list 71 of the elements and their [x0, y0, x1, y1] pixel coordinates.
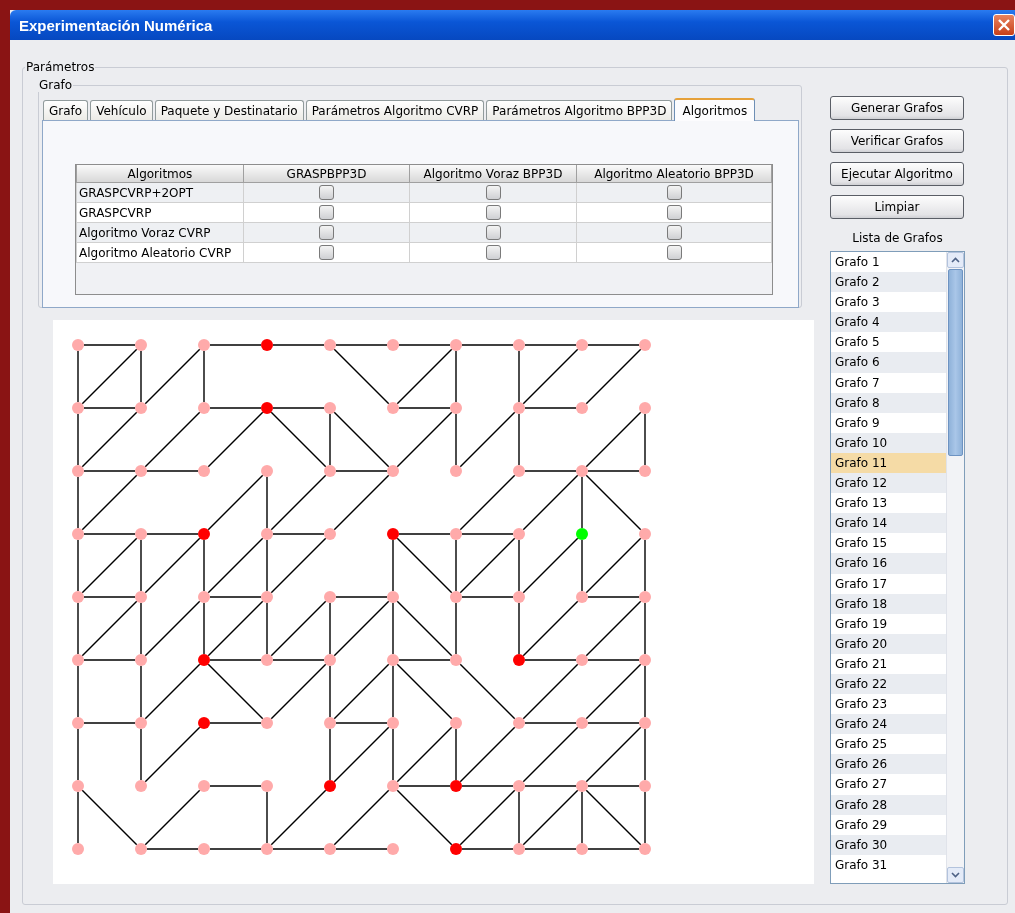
- list-item[interactable]: Grafo 5: [831, 332, 946, 353]
- list-item[interactable]: Grafo 24: [831, 714, 946, 735]
- action-button[interactable]: Limpiar: [830, 195, 964, 219]
- tab[interactable]: Algoritmos: [674, 98, 756, 121]
- close-button[interactable]: [993, 14, 1015, 36]
- list-item[interactable]: Grafo 7: [831, 372, 946, 393]
- list-item[interactable]: Grafo 25: [831, 734, 946, 755]
- list-item[interactable]: Grafo 23: [831, 694, 946, 715]
- action-button[interactable]: Verificar Grafos: [830, 129, 964, 153]
- scroll-down-icon[interactable]: [947, 867, 964, 883]
- checkbox[interactable]: [666, 185, 682, 200]
- list-item[interactable]: Grafo 19: [831, 613, 946, 634]
- close-icon: [998, 19, 1010, 31]
- group-label: Grafo: [38, 78, 74, 92]
- list-item[interactable]: Grafo 30: [831, 834, 946, 855]
- table-cell: GRASPCVRP+2OPT: [76, 182, 244, 203]
- tab[interactable]: Vehículo: [90, 100, 153, 120]
- list-item[interactable]: Grafo 12: [831, 473, 946, 494]
- scroll-up-icon[interactable]: [947, 252, 964, 268]
- list-item[interactable]: Grafo 14: [831, 513, 946, 534]
- checkbox[interactable]: [485, 185, 501, 200]
- list-label: Lista de Grafos: [851, 231, 944, 245]
- scrollbar[interactable]: [946, 252, 964, 883]
- column-header[interactable]: Algoritmo Aleatorio BPP3D: [576, 165, 772, 183]
- action-button[interactable]: Ejecutar Algoritmo: [830, 162, 964, 186]
- group-label: Parámetros: [25, 60, 96, 74]
- list-item[interactable]: Grafo 20: [831, 633, 946, 654]
- action-button[interactable]: Generar Grafos: [830, 96, 964, 120]
- list-item[interactable]: Grafo 31: [831, 854, 946, 875]
- list-item[interactable]: Grafo 18: [831, 593, 946, 614]
- list-item[interactable]: Grafo 1: [831, 252, 946, 273]
- checkbox[interactable]: [485, 225, 501, 240]
- list-item[interactable]: Grafo 15: [831, 533, 946, 554]
- list-item[interactable]: Grafo 10: [831, 432, 946, 453]
- window-title: Experimentación Numérica: [18, 16, 213, 34]
- tab[interactable]: Grafo: [43, 100, 89, 120]
- list-item[interactable]: Grafo 26: [831, 754, 946, 775]
- checkbox[interactable]: [485, 205, 501, 220]
- table-cell: Algoritmo Aleatorio CVRP: [76, 242, 244, 263]
- list-item[interactable]: Grafo 29: [831, 814, 946, 835]
- table-cell: Algoritmo Voraz CVRP: [76, 222, 244, 243]
- checkbox[interactable]: [319, 185, 334, 200]
- list-item[interactable]: Grafo 13: [831, 493, 946, 514]
- checkbox[interactable]: [666, 225, 682, 240]
- scroll-thumb[interactable]: [948, 269, 963, 456]
- checkbox[interactable]: [319, 225, 334, 240]
- checkbox[interactable]: [485, 245, 501, 260]
- list-item[interactable]: Grafo 28: [831, 794, 946, 815]
- tab[interactable]: Paquete y Destinatario: [154, 100, 304, 120]
- checkbox[interactable]: [319, 205, 334, 220]
- list-item[interactable]: Grafo 3: [831, 292, 946, 313]
- list-item[interactable]: Grafo 21: [831, 653, 946, 674]
- tab[interactable]: Parámetros Algoritmo CVRP: [305, 100, 485, 120]
- list-item[interactable]: Grafo 8: [831, 392, 946, 413]
- column-header[interactable]: Algoritmo Voraz BPP3D: [409, 165, 577, 183]
- checkbox[interactable]: [666, 205, 682, 220]
- list-item[interactable]: Grafo 16: [831, 553, 946, 574]
- list-item[interactable]: Grafo 22: [831, 673, 946, 695]
- list-item[interactable]: Grafo 17: [831, 573, 946, 594]
- checkbox[interactable]: [319, 245, 334, 260]
- tab[interactable]: Parámetros Algoritmo BPP3D: [486, 100, 673, 120]
- checkbox[interactable]: [666, 245, 682, 260]
- list-item[interactable]: Grafo 2: [831, 272, 946, 293]
- list-item[interactable]: Grafo 11: [831, 452, 946, 474]
- list-item[interactable]: Grafo 4: [831, 312, 946, 333]
- list-item[interactable]: Grafo 27: [831, 774, 946, 795]
- table-cell: GRASPCVRP: [76, 202, 244, 223]
- list-item[interactable]: Grafo 6: [831, 352, 946, 373]
- list-item[interactable]: Grafo 9: [831, 412, 946, 433]
- column-header[interactable]: Algoritmos: [76, 165, 244, 183]
- column-header[interactable]: GRASPBPP3D: [243, 165, 410, 183]
